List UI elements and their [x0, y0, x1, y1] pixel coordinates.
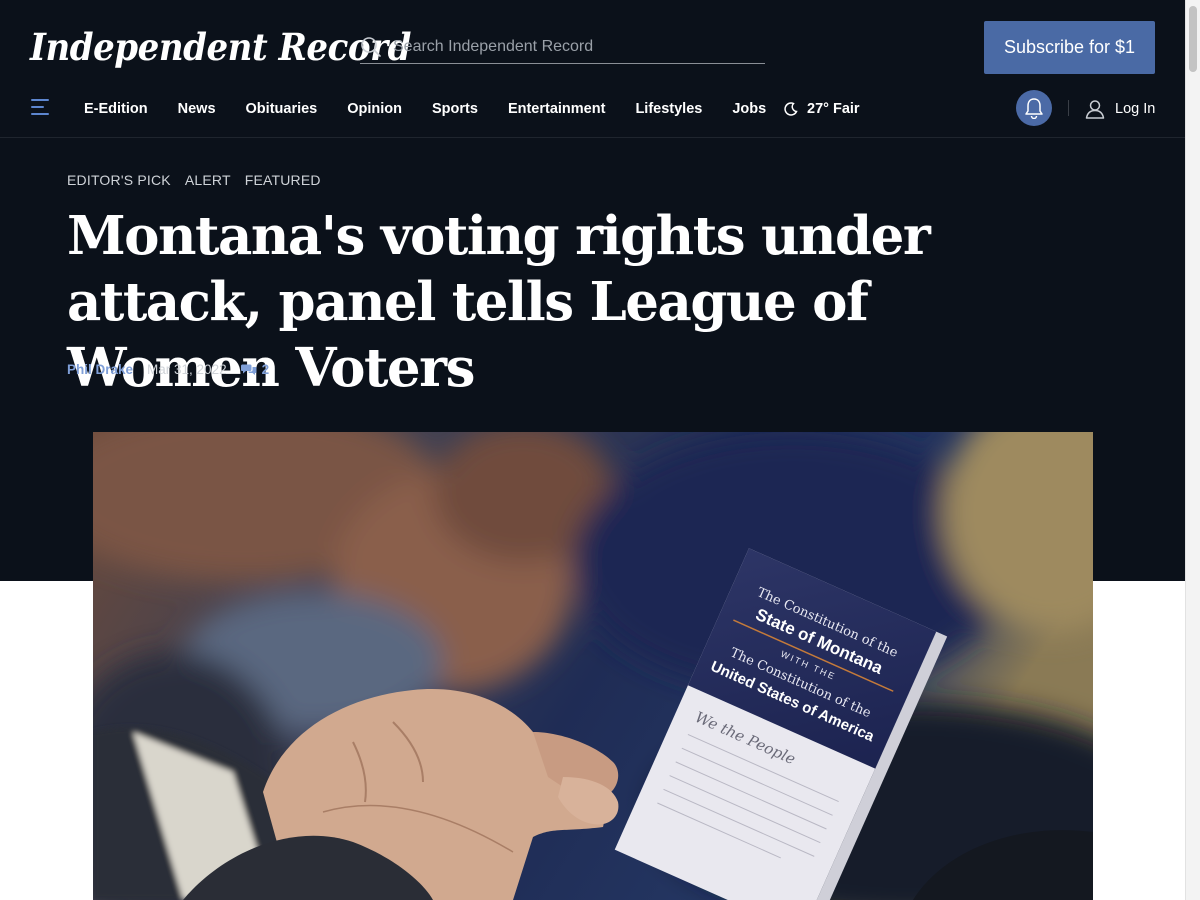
- login-link[interactable]: Log In: [1085, 88, 1155, 130]
- nav-item-e-edition[interactable]: E-Edition: [84, 101, 148, 117]
- comment-icon: [240, 364, 257, 375]
- tag-featured[interactable]: FEATURED: [245, 172, 321, 188]
- comments-link[interactable]: 2: [240, 362, 270, 377]
- scrollbar-thumb[interactable]: [1189, 6, 1197, 72]
- nav-item-jobs[interactable]: Jobs: [732, 101, 766, 117]
- article-tags: EDITOR'S PICK ALERT FEATURED: [67, 172, 335, 188]
- tag-alert[interactable]: ALERT: [185, 172, 231, 188]
- nav-item-news[interactable]: News: [178, 101, 216, 117]
- site-logo[interactable]: Independent Record: [30, 20, 411, 74]
- search-input[interactable]: [393, 34, 753, 60]
- author-link[interactable]: Phil Drake: [67, 362, 133, 377]
- nav-item-entertainment[interactable]: Entertainment: [508, 101, 606, 117]
- photo-illustration: The Constitution of the State of Montana…: [93, 432, 1093, 900]
- search-icon[interactable]: [360, 36, 382, 58]
- divider: [1068, 100, 1069, 116]
- nav-divider: [0, 137, 1185, 138]
- main-nav: E-Edition News Obituaries Opinion Sports…: [0, 88, 1185, 130]
- scrollbar[interactable]: [1185, 0, 1200, 900]
- login-label: Log In: [1115, 101, 1156, 117]
- nav-item-obituaries[interactable]: Obituaries: [246, 101, 318, 117]
- subscribe-button[interactable]: Subscribe for $1: [984, 21, 1155, 74]
- nav-item-opinion[interactable]: Opinion: [347, 101, 402, 117]
- comment-count: 2: [261, 362, 270, 377]
- article-meta: Phil Drake Mar 31, 2022 2: [67, 362, 269, 377]
- nav-item-lifestyles[interactable]: Lifestyles: [635, 101, 702, 117]
- nav-items: E-Edition News Obituaries Opinion Sports…: [84, 88, 796, 130]
- user-icon: [1085, 100, 1105, 119]
- menu-icon[interactable]: [31, 99, 49, 115]
- article-photo[interactable]: The Constitution of the State of Montana…: [93, 432, 1093, 900]
- tag-editors-pick[interactable]: EDITOR'S PICK: [67, 172, 171, 188]
- moon-icon: [784, 102, 798, 116]
- weather-widget[interactable]: 27° Fair: [784, 88, 860, 130]
- notifications-button[interactable]: [1016, 90, 1052, 126]
- publish-date: Mar 31, 2022: [147, 362, 227, 377]
- weather-text: 27° Fair: [807, 101, 860, 117]
- bell-icon: [1025, 98, 1043, 119]
- nav-item-sports[interactable]: Sports: [432, 101, 478, 117]
- search-bar[interactable]: [360, 30, 765, 64]
